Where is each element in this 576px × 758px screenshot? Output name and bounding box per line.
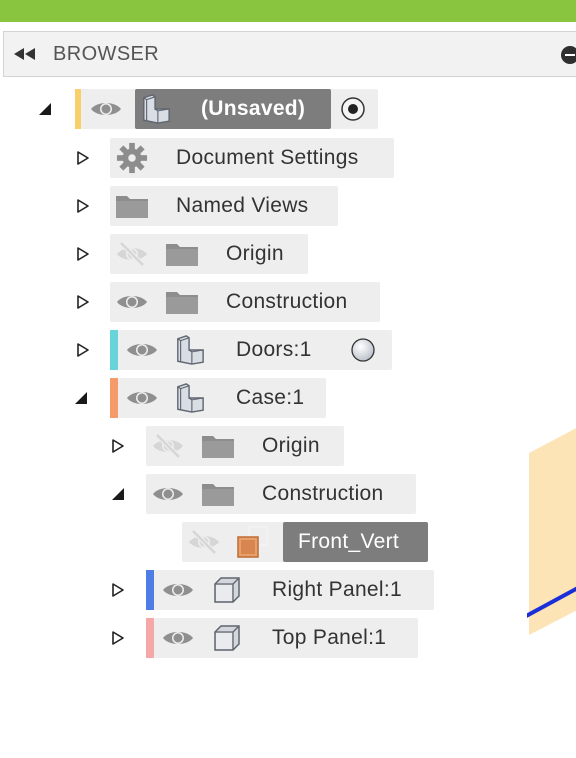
eye-off-icon[interactable]	[115, 241, 149, 267]
component-icon	[141, 94, 171, 124]
double-arrow-left-icon[interactable]	[13, 47, 37, 61]
tree-label-root: (Unsaved)	[201, 97, 306, 120]
tree-row-case[interactable]: Case:1	[0, 378, 330, 418]
eye-off-icon[interactable]	[187, 529, 221, 555]
expand-toggle-icon[interactable]	[74, 391, 88, 405]
tree-label-document-settings: Document Settings	[176, 146, 359, 169]
tree-node-box[interactable]: Construction	[146, 474, 416, 514]
tree-label-top-panel: Top Panel:1	[272, 626, 387, 649]
eye-off-icon[interactable]	[151, 433, 185, 459]
tree-node-box[interactable]: (Unsaved)	[81, 89, 378, 129]
tree-row-construction[interactable]: Construction	[0, 282, 385, 322]
expand-toggle-icon[interactable]	[76, 343, 90, 357]
expand-toggle-icon[interactable]	[111, 583, 125, 597]
eye-icon[interactable]	[125, 340, 159, 360]
expand-toggle-icon[interactable]	[76, 199, 90, 213]
top-accent-bar	[0, 0, 576, 22]
component-color-swatch	[110, 378, 118, 418]
tree-node-box[interactable]: Doors:1	[118, 330, 392, 370]
tree-label-origin: Origin	[226, 242, 284, 265]
tree-row-document-settings[interactable]: Document Settings	[0, 138, 395, 178]
expand-toggle-icon[interactable]	[111, 487, 125, 501]
tree-row-case-construction[interactable]: Construction	[0, 474, 420, 514]
tree-node-box[interactable]: Origin	[110, 234, 308, 274]
tree-node-box[interactable]: Right Panel:1	[154, 570, 434, 610]
radio-unselected-icon[interactable]	[350, 337, 376, 363]
eye-icon[interactable]	[115, 292, 149, 312]
component-color-swatch	[146, 618, 154, 658]
tree-label-named-views: Named Views	[176, 194, 309, 217]
model-canvas-geometry[interactable]	[527, 425, 576, 660]
tree-node-box[interactable]: Named Views	[110, 186, 338, 226]
gear-icon	[116, 142, 148, 174]
tree-label-doors: Doors:1	[236, 338, 312, 361]
eye-icon[interactable]	[161, 628, 195, 648]
tree-label-case-origin: Origin	[262, 434, 320, 457]
radio-selected-icon[interactable]	[340, 96, 366, 122]
folder-icon	[201, 433, 235, 459]
plane-icon	[236, 525, 270, 559]
expand-toggle-icon[interactable]	[38, 102, 52, 116]
tree-row-top-panel[interactable]: Top Panel:1	[0, 618, 420, 658]
expand-toggle-icon[interactable]	[111, 439, 125, 453]
expand-toggle-icon[interactable]	[76, 295, 90, 309]
front-vert-label-box[interactable]: Front_Vert	[283, 522, 428, 562]
body-icon	[212, 575, 242, 605]
minus-circle-icon[interactable]	[561, 46, 576, 64]
expand-toggle-icon[interactable]	[76, 151, 90, 165]
tree-node-box[interactable]: Document Settings	[110, 138, 394, 178]
component-color-swatch	[146, 570, 154, 610]
component-icon	[175, 383, 205, 413]
tree-node-box[interactable]: Top Panel:1	[154, 618, 418, 658]
component-color-swatch	[110, 330, 118, 370]
eye-icon[interactable]	[89, 99, 123, 119]
body-icon	[212, 623, 242, 653]
component-icon	[175, 335, 205, 365]
browser-panel-header: BROWSER	[3, 31, 576, 77]
tree-label-construction: Construction	[226, 290, 348, 313]
eye-icon[interactable]	[125, 388, 159, 408]
root-label-box[interactable]: (Unsaved)	[135, 89, 331, 129]
tree-node-box[interactable]: Front_Vert	[182, 522, 428, 562]
tree-row-right-panel[interactable]: Right Panel:1	[0, 570, 440, 610]
browser-title: BROWSER	[53, 43, 160, 65]
tree-node-box[interactable]: Construction	[110, 282, 380, 322]
tree-label-front-vert: Front_Vert	[298, 530, 400, 553]
expand-toggle-icon[interactable]	[76, 247, 90, 261]
tree-row-doors[interactable]: Doors:1	[0, 330, 395, 370]
tree-label-case: Case:1	[236, 386, 305, 409]
tree-label-right-panel: Right Panel:1	[272, 578, 402, 601]
eye-icon[interactable]	[151, 484, 185, 504]
tree-row-origin[interactable]: Origin	[0, 234, 310, 274]
expand-toggle-icon[interactable]	[111, 631, 125, 645]
tree-row-case-origin[interactable]: Origin	[0, 426, 350, 466]
tree-row-named-views[interactable]: Named Views	[0, 186, 340, 226]
eye-icon[interactable]	[161, 580, 195, 600]
folder-icon	[165, 241, 199, 267]
folder-icon	[115, 193, 149, 219]
folder-icon	[201, 481, 235, 507]
tree-node-box[interactable]: Case:1	[118, 378, 326, 418]
tree-node-box[interactable]: Origin	[146, 426, 344, 466]
tree-row-root[interactable]: (Unsaved)	[0, 89, 380, 129]
tree-row-front-vert[interactable]: Front_Vert	[0, 522, 430, 562]
tree-label-case-construction: Construction	[262, 482, 384, 505]
folder-icon	[165, 289, 199, 315]
